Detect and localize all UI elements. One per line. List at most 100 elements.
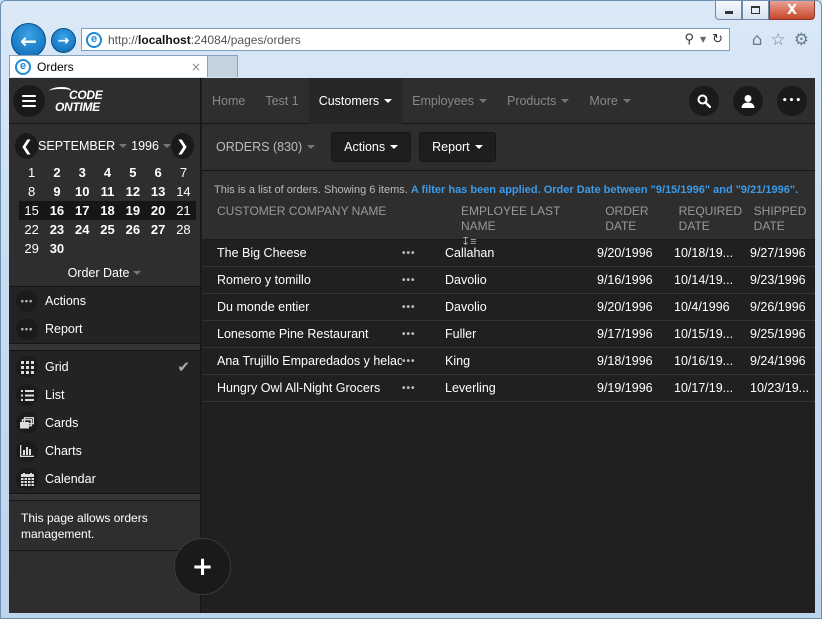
maximize-button[interactable]	[742, 1, 769, 20]
cell-order-date: 9/17/1996	[597, 327, 653, 341]
calendar-day[interactable]: 18	[94, 201, 121, 220]
calendar-day[interactable]: 20	[145, 201, 171, 220]
nav-customers[interactable]: Customers	[308, 78, 403, 124]
favorites-star-icon[interactable]: ☆	[771, 30, 786, 50]
report-button[interactable]: Report	[419, 132, 496, 162]
tab-close-icon[interactable]: ×	[191, 60, 201, 74]
calendar-day[interactable]: 30	[44, 239, 69, 258]
calendar-day[interactable]: 9	[44, 182, 69, 201]
column-header-order-date[interactable]: ORDER DATE	[590, 204, 663, 239]
divider	[9, 494, 200, 501]
calendar-day[interactable]: 6	[145, 163, 170, 182]
row-menu-button[interactable]: •••	[402, 275, 430, 286]
calendar-day[interactable]: 11	[95, 182, 120, 201]
sidebar-item-calendar[interactable]: Calendar	[9, 465, 200, 493]
window-controls: X	[715, 1, 815, 20]
page-description: This page allows orders management.	[9, 501, 200, 551]
sidebar-item-list[interactable]: List	[9, 381, 200, 409]
row-menu-button[interactable]: •••	[402, 383, 430, 394]
back-button[interactable]: ←	[11, 23, 46, 58]
sidebar-item-actions[interactable]: ••• Actions	[9, 287, 200, 315]
ie-page-icon: e	[86, 31, 102, 48]
calendar-day[interactable]: 19	[120, 201, 146, 220]
nav-products[interactable]: Products	[497, 78, 579, 124]
year-selector[interactable]: 1996	[131, 139, 159, 153]
column-header-required-date[interactable]: REQUIRED DATE	[664, 204, 742, 239]
sidebar-item-charts[interactable]: Charts	[9, 437, 200, 465]
app: CODE ONTIME ❮ SEPTEMBER 1996 ❯ 123456789…	[9, 78, 815, 613]
search-icon[interactable]: ⚲	[684, 32, 694, 47]
cell-customer: Hungry Owl All-Night Grocers	[217, 381, 381, 395]
column-header-customer[interactable]: CUSTOMER COMPANY NAME	[202, 204, 418, 239]
top-navigation: Home Test 1 Customers Employees Products…	[202, 78, 815, 124]
calendar-field-selector[interactable]: Order Date	[15, 266, 194, 280]
row-menu-button[interactable]: •••	[402, 356, 430, 367]
add-button[interactable]: +	[174, 538, 231, 595]
prev-month-button[interactable]: ❮	[15, 133, 39, 159]
user-button[interactable]	[733, 86, 763, 116]
logo-swoosh-icon	[47, 86, 73, 95]
actions-button[interactable]: Actions	[331, 132, 412, 162]
calendar-day[interactable]: 2	[44, 163, 69, 182]
menu-button[interactable]	[13, 84, 45, 117]
calendar-day[interactable]: 17	[69, 201, 95, 220]
sidebar-item-report[interactable]: ••• Report	[9, 315, 200, 343]
calendar-day[interactable]: 3	[70, 163, 95, 182]
month-selector[interactable]: SEPTEMBER	[38, 139, 115, 153]
calendar-day[interactable]: 5	[120, 163, 145, 182]
table-row[interactable]: Hungry Owl All-Night Grocers ••• Leverling…	[202, 375, 815, 402]
calendar-day[interactable]: 1	[19, 163, 44, 182]
calendar-day[interactable]: 29	[19, 239, 44, 258]
nav-test-1[interactable]: Test 1	[255, 78, 308, 124]
table-row[interactable]: Du monde entier ••• Davolio 9/20/1996 10/4/1…	[202, 294, 815, 321]
table-row[interactable]: Lonesome Pine Restaurant ••• Fuller 9/17/19…	[202, 321, 815, 348]
logo[interactable]: CODE ONTIME	[47, 86, 103, 113]
calendar-day[interactable]: 8	[19, 182, 44, 201]
sidebar-item-cards[interactable]: Cards	[9, 409, 200, 437]
next-month-button[interactable]: ❯	[170, 133, 194, 159]
calendar-day[interactable]: 12	[120, 182, 145, 201]
table-row[interactable]: Romero y tomillo ••• Davolio 9/16/1996 10/14…	[202, 267, 815, 294]
browser-tab-orders[interactable]: e Orders ×	[9, 55, 208, 77]
refresh-icon[interactable]: ↻	[712, 32, 723, 47]
close-window-button[interactable]: X	[769, 1, 815, 20]
calendar-day[interactable]: 4	[95, 163, 120, 182]
calendar-day[interactable]: 24	[70, 220, 95, 239]
chevron-right-icon: ❯	[176, 137, 189, 155]
column-header-employee[interactable]: EMPLOYEE LAST NAME ↧≡	[418, 204, 590, 248]
sidebar-item-grid[interactable]: Grid ✔	[9, 353, 200, 381]
search-dropdown-icon[interactable]: ▼	[700, 35, 706, 44]
new-tab-button[interactable]	[208, 55, 238, 77]
table-row[interactable]: Ana Trujillo Emparedados y helados ••• Kin…	[202, 348, 815, 375]
calendar-day[interactable]: 16	[44, 201, 70, 220]
forward-button[interactable]: →	[51, 28, 76, 53]
view-selector[interactable]: ORDERS (830)	[216, 140, 316, 154]
nav-employees[interactable]: Employees	[402, 78, 497, 124]
calendar-day[interactable]: 10	[70, 182, 95, 201]
calendar-day[interactable]: 13	[145, 182, 170, 201]
search-button[interactable]	[689, 86, 719, 116]
calendar-day[interactable]: 22	[19, 220, 44, 239]
filter-description[interactable]: A filter has been applied. Order Date be…	[411, 184, 798, 196]
home-icon[interactable]: ⌂	[752, 30, 763, 50]
column-header-shipped-date[interactable]: SHIPPED DATE	[739, 204, 815, 239]
calendar-day[interactable]: 14	[171, 182, 196, 201]
calendar-day[interactable]: 27	[145, 220, 170, 239]
nav-more[interactable]: More	[579, 78, 640, 124]
url-text[interactable]: http://localhost:24084/pages/orders	[108, 33, 301, 47]
calendar-day[interactable]: 21	[170, 201, 197, 220]
calendar-day[interactable]: 28	[171, 220, 196, 239]
calendar-day[interactable]: 23	[44, 220, 69, 239]
calendar-day[interactable]: 7	[171, 163, 196, 182]
row-menu-button[interactable]: •••	[402, 302, 430, 313]
calendar-day[interactable]: 25	[95, 220, 120, 239]
row-menu-button[interactable]: •••	[402, 329, 430, 340]
minimize-button[interactable]	[715, 1, 742, 20]
settings-gear-icon[interactable]: ⚙	[794, 30, 809, 50]
more-options-button[interactable]: •••	[777, 86, 807, 116]
calendar-day[interactable]: 15	[19, 201, 45, 220]
row-menu-button[interactable]: •••	[402, 248, 430, 259]
nav-home[interactable]: Home	[202, 78, 255, 124]
calendar-day[interactable]: 26	[120, 220, 145, 239]
address-bar[interactable]: e http://localhost:24084/pages/orders ⚲ …	[81, 28, 730, 51]
